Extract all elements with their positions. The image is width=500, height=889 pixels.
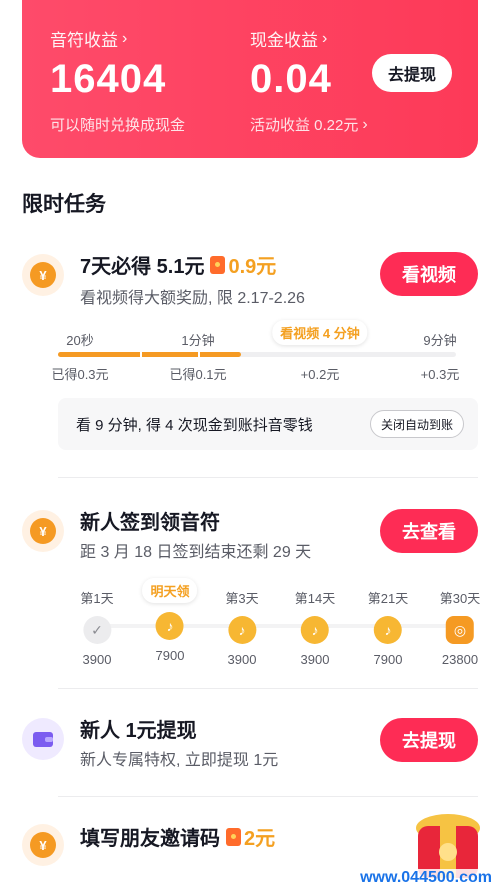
coin-icon: ¥ <box>22 510 64 552</box>
notes-earnings-sub: 可以随时兑换成现金 <box>50 117 186 134</box>
progress-tick: 9分钟 <box>423 333 457 348</box>
task-description: 距 3 月 18 日签到结束还剩 29 天 <box>80 544 312 561</box>
day-amount: 3900 <box>82 652 112 667</box>
day-label: 第14天 <box>294 591 336 606</box>
section-title: 限时任务 <box>22 193 106 216</box>
notes-earnings[interactable]: 音符收益 › 16404 可以随时兑换成现金 <box>50 26 185 135</box>
task-title: 7天必得 5.1元 0.9元 <box>80 250 276 279</box>
red-envelope-icon <box>210 255 226 274</box>
reward-badge: 0.9元 <box>210 250 276 279</box>
view-checkin-button[interactable]: 去查看 <box>380 509 478 553</box>
day-label: 第1天 <box>80 591 114 606</box>
checkin-day[interactable]: 第30天 ◎ 23800 <box>440 588 480 667</box>
music-note-icon: ♪ <box>374 616 402 644</box>
divider <box>58 688 478 689</box>
task-newcomer-withdraw: 新人 1元提现 新人专属特权, 立即提现 1元 去提现 <box>22 714 478 774</box>
cash-earnings-value: 0.04 <box>250 57 332 101</box>
watch-progress: 20秒 1分钟 看视频 4 分钟 9分钟 已得0.3元 已得0.1元 +0.2元… <box>51 320 459 384</box>
progress-divider <box>140 352 142 357</box>
progress-fill <box>58 352 242 357</box>
day-label-tomorrow: 明天领 <box>142 578 198 603</box>
checkin-day[interactable]: 第1天 ✓ 3900 <box>80 588 113 667</box>
wallet-icon <box>22 718 64 760</box>
reward-amount: 2元 <box>244 828 276 850</box>
coin-stack-icon: ◎ <box>446 616 474 644</box>
notes-earnings-label: 音符收益 <box>50 31 118 50</box>
auto-credit-text: 看 9 分钟, 得 4 次现金到账抖音零钱 <box>76 417 313 434</box>
cash-earnings[interactable]: 现金收益 › 0.04 活动收益 0.22元 › <box>250 26 368 135</box>
task-newcomer-checkin: ¥ 新人签到领音符 距 3 月 18 日签到结束还剩 29 天 去查看 <box>22 506 478 566</box>
watermark: www.044500.com <box>356 869 496 887</box>
day-label: 第30天 <box>439 591 481 606</box>
progress-tick: 20秒 <box>66 333 94 348</box>
withdraw-button[interactable]: 去提现 <box>371 54 452 92</box>
task-title: 新人 1元提现 <box>80 720 197 742</box>
cash-earnings-label: 现金收益 <box>250 31 318 50</box>
day-amount: 3900 <box>227 652 257 667</box>
progress-reward: +0.3元 <box>420 367 460 382</box>
earnings-card: 音符收益 › 16404 可以随时兑换成现金 现金收益 › 0.04 活动收益 0.… <box>22 0 478 158</box>
checkmark-icon: ✓ <box>82 616 111 644</box>
day-amount: 3900 <box>300 652 330 667</box>
task-title: 新人签到领音符 <box>80 512 220 534</box>
reward-badge: 2元 <box>226 822 275 851</box>
task-title-text: 填写朋友邀请码 <box>80 828 220 850</box>
progress-reward: +0.2元 <box>300 367 340 382</box>
activity-earnings-link[interactable]: 活动收益 0.22元 › <box>250 114 368 135</box>
progress-divider <box>198 352 200 357</box>
day-label: 第3天 <box>225 591 259 606</box>
disable-auto-credit-button[interactable]: 关闭自动到账 <box>369 410 464 438</box>
chevron-right-icon: › <box>362 115 368 133</box>
checkin-day[interactable]: 第3天 ♪ 3900 <box>225 588 258 667</box>
chevron-right-icon: › <box>322 29 328 47</box>
coin-icon: ¥ <box>22 824 64 866</box>
divider <box>58 796 478 797</box>
checkin-day[interactable]: 第21天 ♪ 7900 <box>368 588 408 667</box>
activity-earnings-text: 活动收益 0.22元 <box>250 117 359 134</box>
music-note-icon: ♪ <box>227 616 256 644</box>
checkin-day[interactable]: 明天领 . ♪ 7900 <box>142 578 198 663</box>
coin-icon: ¥ <box>22 254 64 296</box>
notes-earnings-value: 16404 <box>50 57 167 101</box>
checkin-calendar: 第1天 ✓ 3900 明天领 . ♪ 7900 第3天 ♪ 3900 第14天 … <box>60 578 480 668</box>
newcomer-withdraw-button[interactable]: 去提现 <box>380 718 478 762</box>
reward-amount: 0.9元 <box>228 256 277 278</box>
progress-current-tick: 看视频 4 分钟 <box>272 320 368 345</box>
music-note-icon: ♪ <box>155 612 184 640</box>
progress-tick: 1分钟 <box>181 333 215 348</box>
day-amount: 7900 <box>155 648 185 663</box>
auto-credit-notice: 看 9 分钟, 得 4 次现金到账抖音零钱 关闭自动到账 <box>58 398 478 450</box>
chevron-right-icon: › <box>122 29 128 47</box>
divider <box>58 477 478 478</box>
task-description: 看视频得大额奖励, 限 2.17-2.26 <box>80 290 305 307</box>
task-description: 新人专属特权, 立即提现 1元 <box>80 752 279 769</box>
progress-earned: 已得0.1元 <box>169 367 227 382</box>
red-envelope-icon <box>226 827 241 846</box>
music-note-icon: ♪ <box>301 616 329 644</box>
day-amount: 23800 <box>441 652 479 667</box>
checkin-day[interactable]: 第14天 ♪ 3900 <box>295 588 335 667</box>
progress-earned: 已得0.3元 <box>51 367 109 382</box>
day-amount: 7900 <box>373 652 403 667</box>
task-title: 填写朋友邀请码 2元 <box>80 822 275 851</box>
watch-video-button[interactable]: 看视频 <box>380 252 478 296</box>
day-label: 第21天 <box>367 591 409 606</box>
task-title-text: 7天必得 5.1元 <box>80 256 205 278</box>
